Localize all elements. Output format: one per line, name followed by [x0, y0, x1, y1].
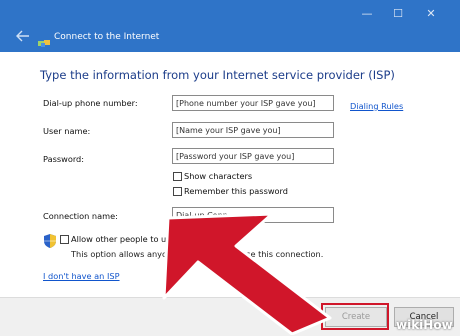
username-label: User name: [43, 126, 91, 136]
allow-others-description-tail: use this connection. [241, 249, 324, 259]
create-button-highlight [321, 303, 389, 330]
dialing-rules-link[interactable]: Dialing Rules [350, 101, 403, 111]
password-input[interactable] [172, 148, 334, 164]
dialog-footer [0, 297, 460, 336]
page-heading: Type the information from your Internet … [40, 68, 395, 82]
minimize-button[interactable]: — [354, 6, 380, 22]
title-bar: Connect to the Internet — ☐ ✕ [0, 0, 460, 52]
maximize-button[interactable]: ☐ [385, 6, 411, 22]
show-characters-checkbox[interactable] [173, 172, 182, 181]
no-isp-link[interactable]: I don't have an ISP [43, 271, 120, 281]
network-icon [38, 33, 50, 47]
phone-number-input[interactable] [172, 95, 334, 111]
allow-others-label: Allow other people to us [71, 234, 171, 244]
back-arrow-icon[interactable] [16, 30, 32, 42]
remember-password-label: Remember this password [184, 186, 288, 196]
allow-others-checkbox[interactable] [60, 235, 69, 244]
window-title: Connect to the Internet [54, 32, 160, 42]
connection-name-input[interactable] [172, 207, 334, 223]
username-input[interactable] [172, 122, 334, 138]
allow-others-description: This option allows anyone wit [71, 249, 193, 259]
wikihow-watermark: wikiHow [396, 318, 453, 332]
show-characters-label: Show characters [184, 171, 253, 181]
remember-password-checkbox[interactable] [173, 187, 182, 196]
connection-name-label: Connection name: [43, 211, 118, 221]
password-label: Password: [43, 154, 85, 164]
uac-shield-icon [44, 233, 56, 248]
phone-label: Dial-up phone number: [43, 98, 138, 108]
close-button[interactable]: ✕ [418, 6, 444, 22]
